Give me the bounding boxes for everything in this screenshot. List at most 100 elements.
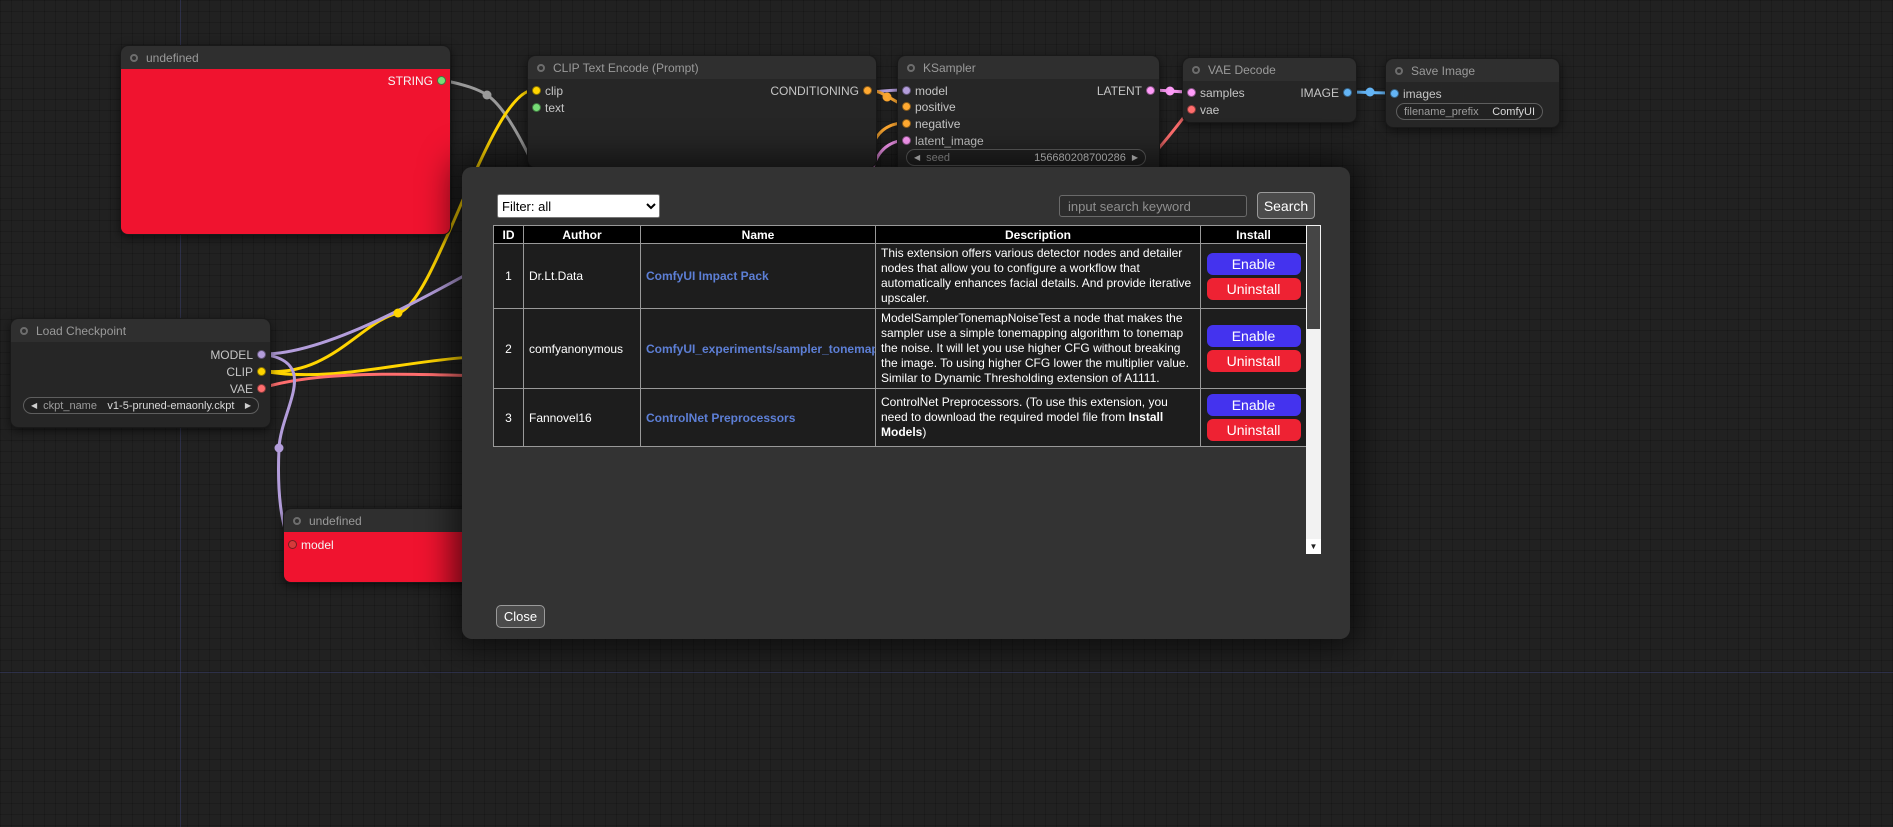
output-pin-model[interactable]: [257, 350, 266, 359]
extension-link[interactable]: ComfyUI Impact Pack: [646, 269, 769, 283]
node-title: KSampler: [923, 61, 976, 75]
ckpt-name-widget[interactable]: ◀ ckpt_name v1-5-pruned-emaonly.ckpt ▶: [23, 397, 259, 414]
wire-dot: [483, 91, 492, 100]
collapse-dot-icon[interactable]: [293, 517, 301, 525]
widget-label: seed: [926, 152, 950, 164]
extension-author-cell: Dr.Lt.Data: [524, 244, 641, 309]
output-pin-conditioning[interactable]: [863, 86, 872, 95]
node-title: CLIP Text Encode (Prompt): [553, 61, 699, 75]
increment-arrow-icon[interactable]: ▶: [245, 402, 251, 410]
filename-prefix-widget[interactable]: filename_prefix ComfyUI: [1396, 103, 1543, 120]
decrement-arrow-icon[interactable]: ◀: [31, 402, 37, 410]
scrollbar-down-button[interactable]: ▼: [1306, 539, 1321, 554]
wire-dot: [394, 309, 403, 318]
description-text: This extension offers various detector n…: [881, 246, 1191, 305]
enable-button[interactable]: Enable: [1207, 394, 1301, 416]
decrement-arrow-icon[interactable]: ◀: [914, 154, 920, 162]
extension-row: 1Dr.Lt.DataComfyUI Impact PackThis exten…: [494, 244, 1307, 309]
extension-description-cell: ControlNet Preprocessors. (To use this e…: [876, 389, 1201, 447]
node-header[interactable]: undefined: [284, 509, 472, 532]
search-input[interactable]: [1059, 195, 1247, 217]
scrollbar-thumb[interactable]: [1307, 226, 1320, 329]
collapse-dot-icon[interactable]: [907, 64, 915, 72]
node-title: VAE Decode: [1208, 63, 1276, 77]
extension-link[interactable]: ControlNet Preprocessors: [646, 411, 795, 425]
input-slot-label: text: [545, 101, 564, 115]
extension-name-cell: ComfyUI_experiments/sampler_tonemap: [641, 309, 876, 389]
collapse-dot-icon[interactable]: [130, 54, 138, 62]
canvas-axis-line-horizontal: [0, 672, 1893, 673]
input-pin-clip[interactable]: [532, 86, 541, 95]
wire-string: [442, 80, 537, 173]
extension-manager-dialog: Filter: all Search ID Author Name Descri…: [462, 167, 1350, 639]
node-title: undefined: [146, 51, 199, 65]
extension-author-cell: comfyanonymous: [524, 309, 641, 389]
node-clip-text-encode[interactable]: CLIP Text Encode (Prompt) clip text COND…: [527, 55, 877, 168]
output-pin-string[interactable]: [437, 76, 446, 85]
close-button[interactable]: Close: [496, 605, 545, 628]
enable-button[interactable]: Enable: [1207, 325, 1301, 347]
node-undefined-string[interactable]: undefined STRING: [120, 45, 451, 235]
node-ksampler[interactable]: KSampler model positive negative latent_…: [897, 55, 1160, 175]
input-pin-positive[interactable]: [902, 102, 911, 111]
filter-select[interactable]: Filter: all: [497, 194, 660, 218]
uninstall-button[interactable]: Uninstall: [1207, 278, 1301, 300]
node-vae-decode[interactable]: VAE Decode samples vae IMAGE: [1182, 57, 1357, 123]
extension-link[interactable]: ComfyUI_experiments/sampler_tonemap: [646, 342, 876, 356]
output-pin-vae[interactable]: [257, 384, 266, 393]
uninstall-button[interactable]: Uninstall: [1207, 350, 1301, 372]
node-load-checkpoint[interactable]: Load Checkpoint MODEL CLIP VAE ◀ ckpt_na…: [10, 318, 271, 428]
input-pin-latent-image[interactable]: [902, 136, 911, 145]
collapse-dot-icon[interactable]: [1192, 66, 1200, 74]
output-slot-label: STRING: [388, 74, 433, 88]
extensions-table-body: 1Dr.Lt.DataComfyUI Impact PackThis exten…: [494, 244, 1307, 447]
input-pin-samples[interactable]: [1187, 88, 1196, 97]
node-body: model: [284, 532, 472, 582]
description-text: ): [922, 425, 926, 439]
header-install: Install: [1201, 226, 1307, 244]
input-pin-images[interactable]: [1390, 89, 1399, 98]
seed-widget[interactable]: ◀ seed 156680208700286 ▶: [906, 149, 1146, 166]
node-body: STRING: [121, 69, 450, 234]
input-pin-vae[interactable]: [1187, 105, 1196, 114]
widget-value: v1-5-pruned-emaonly.ckpt: [107, 400, 234, 412]
extensions-table: ID Author Name Description Install 1Dr.L…: [493, 225, 1307, 447]
collapse-dot-icon[interactable]: [1395, 67, 1403, 75]
node-header[interactable]: Load Checkpoint: [11, 319, 270, 342]
output-slot-label: MODEL: [210, 348, 253, 362]
extension-description-cell: ModelSamplerTonemapNoiseTest a node that…: [876, 309, 1201, 389]
output-pin-latent[interactable]: [1146, 86, 1155, 95]
search-button[interactable]: Search: [1257, 192, 1315, 219]
uninstall-button[interactable]: Uninstall: [1207, 419, 1301, 441]
output-slot-label: VAE: [230, 382, 253, 396]
node-header[interactable]: Save Image: [1386, 59, 1559, 82]
header-id: ID: [494, 226, 524, 244]
node-body: samples vae IMAGE: [1183, 81, 1356, 122]
enable-button[interactable]: Enable: [1207, 253, 1301, 275]
node-undefined-model[interactable]: undefined model: [283, 508, 473, 583]
input-slot-label: clip: [545, 84, 563, 98]
collapse-dot-icon[interactable]: [20, 327, 28, 335]
header-author: Author: [524, 226, 641, 244]
node-body: model positive negative latent_image LAT…: [898, 79, 1159, 174]
header-description: Description: [876, 226, 1201, 244]
input-pin-negative[interactable]: [902, 119, 911, 128]
input-pin-text[interactable]: [532, 103, 541, 112]
input-slot-label: negative: [915, 117, 960, 131]
extension-name-cell: ControlNet Preprocessors: [641, 389, 876, 447]
node-header[interactable]: KSampler: [898, 56, 1159, 79]
node-header[interactable]: undefined: [121, 46, 450, 69]
output-slot-label: CONDITIONING: [770, 84, 859, 98]
node-title: Save Image: [1411, 64, 1475, 78]
node-title: Load Checkpoint: [36, 324, 126, 338]
collapse-dot-icon[interactable]: [537, 64, 545, 72]
node-header[interactable]: CLIP Text Encode (Prompt): [528, 56, 876, 79]
node-save-image[interactable]: Save Image images filename_prefix ComfyU…: [1385, 58, 1560, 128]
input-pin-model[interactable]: [288, 540, 297, 549]
increment-arrow-icon[interactable]: ▶: [1132, 154, 1138, 162]
widget-label: ckpt_name: [43, 400, 97, 412]
input-pin-model[interactable]: [902, 86, 911, 95]
output-pin-clip[interactable]: [257, 367, 266, 376]
output-pin-image[interactable]: [1343, 88, 1352, 97]
node-header[interactable]: VAE Decode: [1183, 58, 1356, 81]
